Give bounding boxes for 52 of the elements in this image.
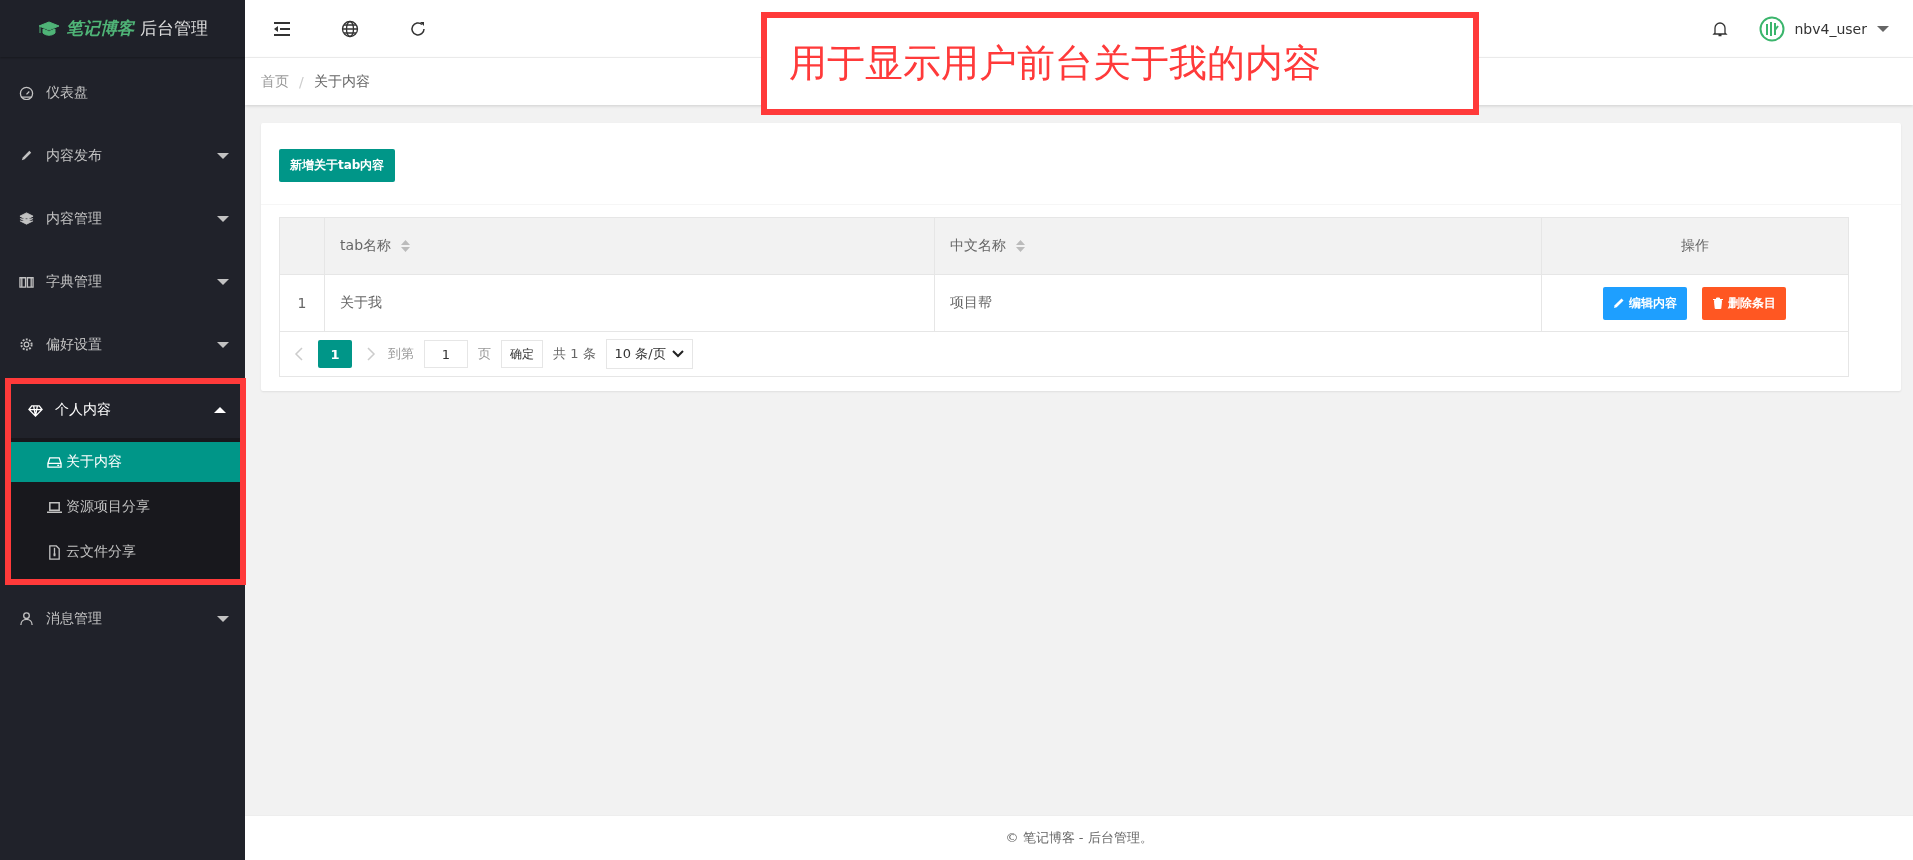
page-input[interactable]: 1 [424,340,468,368]
gauge-icon [19,85,34,100]
diamond-icon [28,402,43,418]
drive-icon [47,454,62,470]
add-button[interactable]: 新增关于tab内容 [279,149,396,182]
menu-item[interactable]: 偏好设置 [0,313,245,376]
page-size-select[interactable]: 10 条/页 [605,339,693,369]
pencil-icon [19,148,34,163]
brand-title: 后台管理 [139,17,208,40]
column-header[interactable]: tab名称 [324,217,935,275]
globe-icon[interactable] [341,19,359,38]
breadcrumb-link[interactable]: 关于内容 [313,72,370,91]
annotation-note: 用于显示用户前台关于我的内容 [761,12,1479,115]
book-icon [19,274,34,289]
table-cell: 关于我 [324,274,935,332]
menu-item[interactable]: 个人内容 [9,382,242,438]
user-name[interactable]: nbv4_user [1794,20,1867,37]
gear-icon [19,337,34,352]
column-header[interactable]: 中文名称 [934,217,1542,275]
column-header: 操作 [1541,217,1849,275]
submenu-item[interactable]: 关于内容 [9,442,242,482]
goto-label: 到第 [388,345,414,363]
menu-fold-icon[interactable] [273,19,291,38]
total-count: 共 1 条 [553,345,596,363]
layers-icon [19,211,34,226]
laptop-icon [47,499,62,515]
menu-item[interactable]: 内容发布 [0,124,245,187]
caret-down-icon[interactable] [1877,24,1889,33]
table-cell: 项目帮 [934,274,1542,332]
row-number: 1 [279,274,325,332]
breadcrumb-separator: / [299,73,304,90]
brand-name: 笔记博客 [65,17,134,40]
refresh-icon[interactable] [409,19,427,38]
menu-item[interactable]: 内容管理 [0,187,245,250]
graduation-cap-icon [37,20,60,37]
menu-item[interactable]: 仪表盘 [0,61,245,124]
chevron-down-icon [671,350,684,358]
menu-item[interactable]: 字典管理 [0,250,245,313]
user-icon [19,611,34,626]
submenu-item[interactable]: 云文件分享 [9,532,242,572]
bell-icon[interactable] [1710,19,1729,38]
trash-icon [1712,297,1725,309]
pencil-icon [1613,297,1626,309]
avatar-icon[interactable] [1758,15,1785,42]
page-suffix: 页 [478,345,491,363]
submenu-item[interactable]: 资源项目分享 [9,487,242,527]
file-icon [47,544,62,560]
confirm-button[interactable]: 确定 [501,340,543,368]
page-button[interactable]: 1 [318,340,352,368]
footer-text: © 笔记博客 - 后台管理。 [245,815,1913,860]
menu-item[interactable]: 消息管理 [0,587,245,650]
table-header-cell [279,217,325,275]
